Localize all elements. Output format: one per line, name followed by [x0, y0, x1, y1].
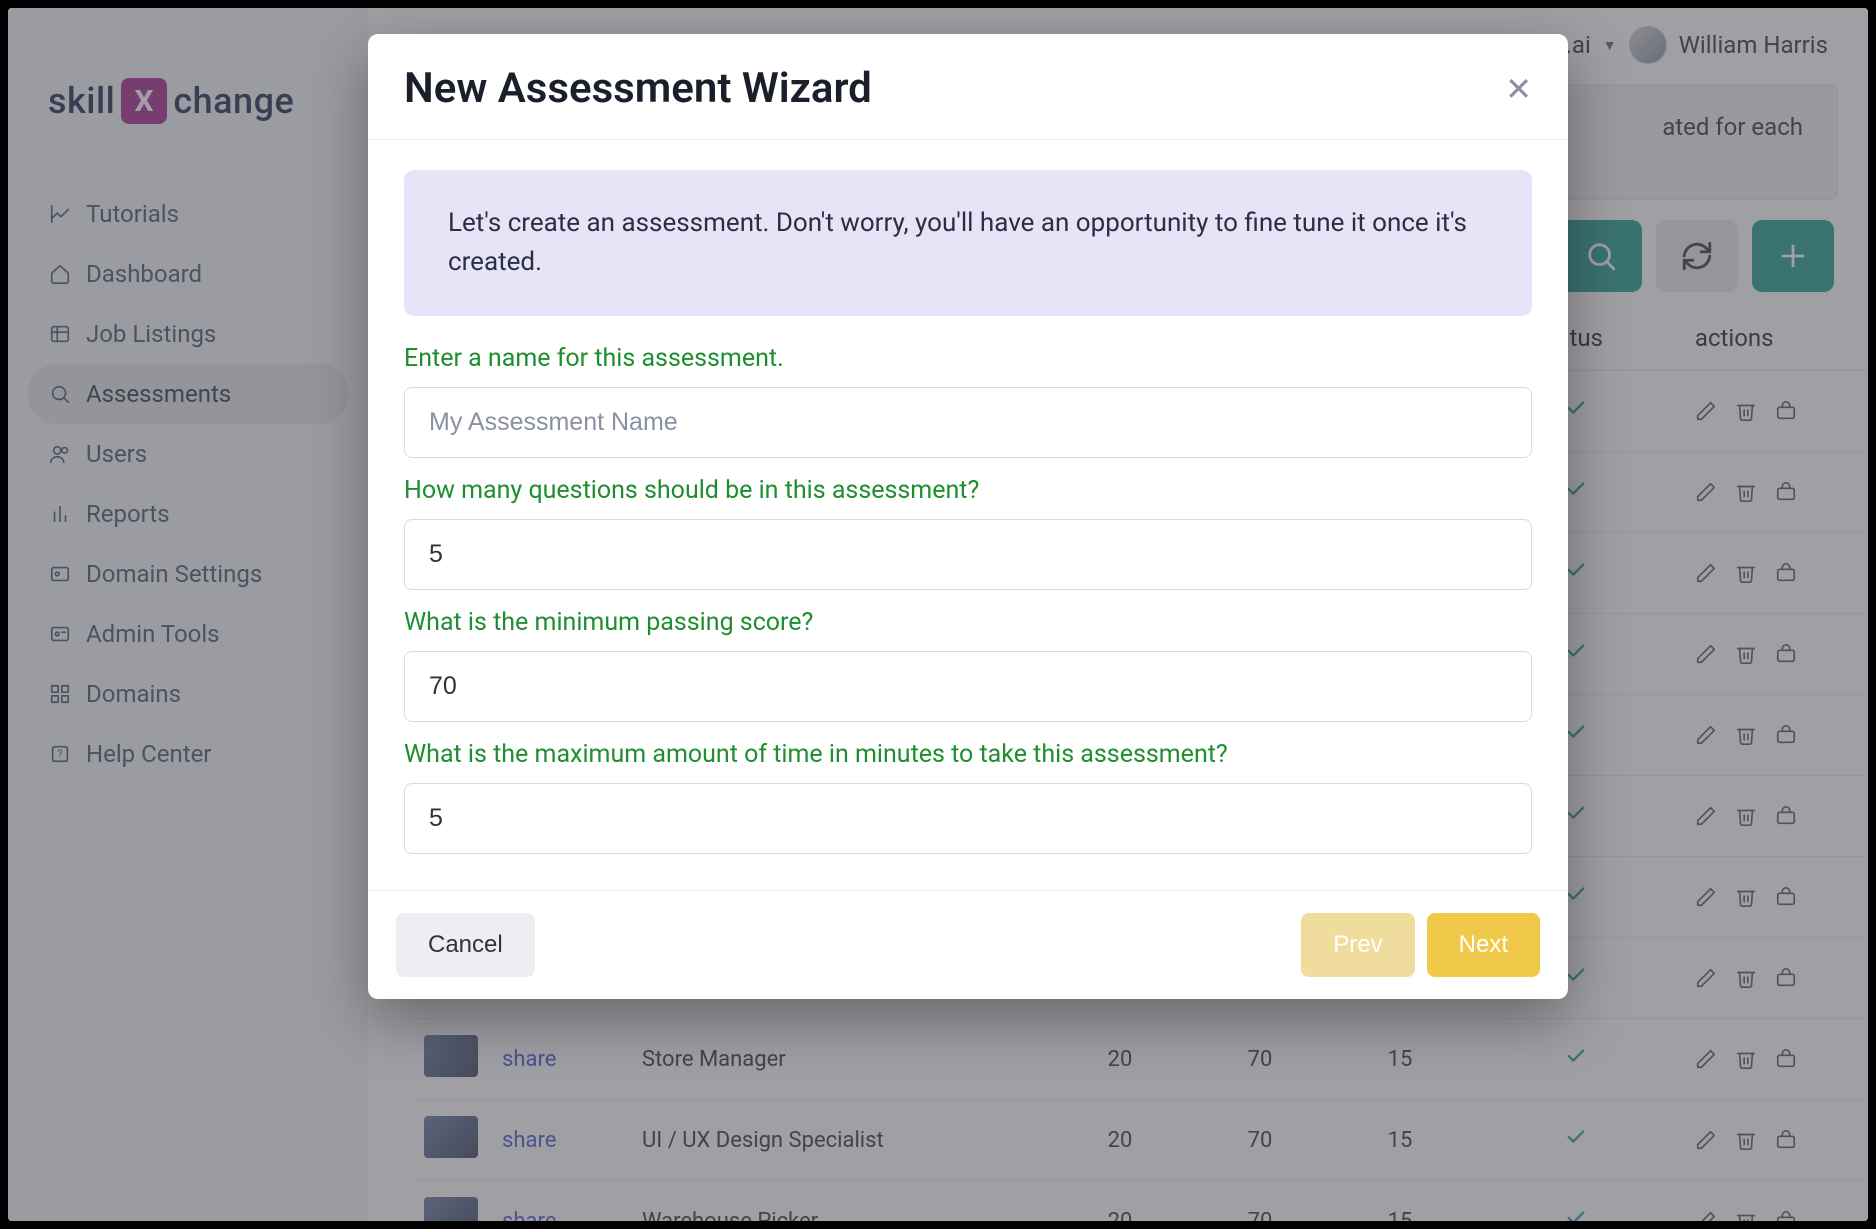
time-label: What is the maximum amount of time in mi…: [404, 740, 1532, 769]
prev-button[interactable]: Prev: [1301, 913, 1414, 977]
time-limit-input[interactable]: [404, 783, 1532, 854]
question-count-input[interactable]: [404, 519, 1532, 590]
cancel-button[interactable]: Cancel: [396, 913, 535, 977]
assessment-name-input[interactable]: [404, 387, 1532, 458]
next-button[interactable]: Next: [1427, 913, 1540, 977]
modal-title: New Assessment Wizard: [404, 64, 872, 113]
count-label: How many questions should be in this ass…: [404, 476, 1532, 505]
name-label: Enter a name for this assessment.: [404, 344, 1532, 373]
passing-score-input[interactable]: [404, 651, 1532, 722]
modal-intro: Let's create an assessment. Don't worry,…: [404, 170, 1532, 316]
score-label: What is the minimum passing score?: [404, 608, 1532, 637]
close-icon[interactable]: ✕: [1505, 73, 1532, 105]
new-assessment-wizard-modal: New Assessment Wizard ✕ Let's create an …: [368, 34, 1568, 999]
